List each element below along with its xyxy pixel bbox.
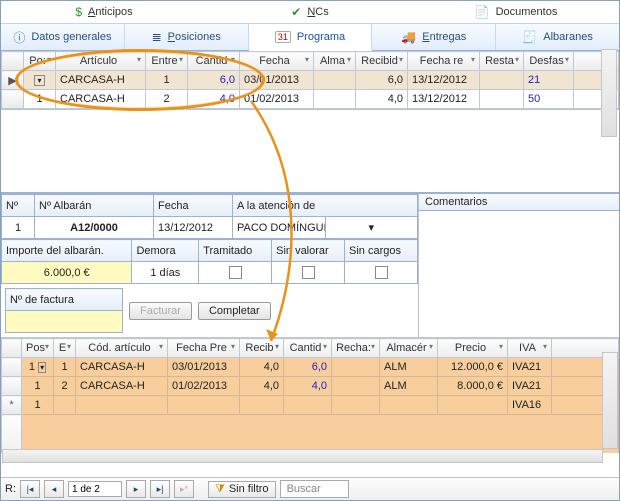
nav-prev-button[interactable]: ◂ xyxy=(44,480,64,498)
table-row[interactable]: 1 ▾ 1 CARCASA-H 03/01/2013 4,0 6,0 ALM 1… xyxy=(2,358,619,377)
tab-datos-generales[interactable]: ⓘ Datos generales xyxy=(1,24,125,50)
tab-posiciones[interactable]: ≣PosicionesPosiciones xyxy=(125,24,249,50)
factura-header: Nº de factura xyxy=(6,289,123,311)
tab-datos-label: Datos generales xyxy=(31,31,111,43)
nav-label: R: xyxy=(5,483,16,495)
comentarios-header: Comentarios xyxy=(419,194,619,211)
sincargos-header: Sin cargos xyxy=(345,240,418,262)
col-pos[interactable]: Po:▾ xyxy=(24,52,56,71)
shortcut-anticipos[interactable]: $AAnticiposnticipos xyxy=(1,5,207,19)
atencion-header: A la atención de xyxy=(233,195,418,217)
check-icon: ✔ xyxy=(291,5,301,19)
row-expand-icon[interactable]: ▾ xyxy=(34,75,44,86)
col-cantid[interactable]: Cantid▾ xyxy=(188,52,240,71)
tramitado-checkbox[interactable] xyxy=(229,266,242,279)
albaran-value[interactable]: A12/0000 xyxy=(35,217,154,239)
tramitado-header: Tramitado xyxy=(199,240,272,262)
col-recibid[interactable]: Recibid▾ xyxy=(356,52,408,71)
tab-albaranes-label: Albaranes xyxy=(543,31,593,43)
factura-value[interactable] xyxy=(6,311,123,333)
dollar-icon: $ xyxy=(75,5,82,19)
col-articulo[interactable]: Artículo▾ xyxy=(56,52,146,71)
new-row-icon: * xyxy=(2,396,22,415)
tab-programa-label: Programa xyxy=(297,31,345,43)
col-rowselect[interactable] xyxy=(2,52,24,71)
atencion-value[interactable]: PACO DOMÍNGUEZ AGU xyxy=(233,217,326,239)
col-fecha[interactable]: Fecha▾ xyxy=(240,52,314,71)
scrollbar-vertical[interactable] xyxy=(602,352,618,449)
col-desfase[interactable]: Desfas▾ xyxy=(524,52,574,71)
note-icon: 🧾 xyxy=(522,30,537,44)
col-alma[interactable]: Alma▾ xyxy=(314,52,356,71)
nav-new-button[interactable]: ▸* xyxy=(174,480,194,498)
document-icon: 📄 xyxy=(475,5,490,19)
table-row[interactable]: 1 CARCASA-H 2 4,0 01/02/2013 4,0 13/12/2… xyxy=(2,90,619,109)
info-icon: ⓘ xyxy=(13,29,25,46)
facturar-button[interactable]: Facturar xyxy=(129,302,192,320)
atencion-dropdown[interactable]: ▾ xyxy=(325,217,418,239)
scol-cantid[interactable]: Cantid▾ xyxy=(284,339,332,358)
shortcut-documentos[interactable]: 📄 Documentos xyxy=(413,5,619,19)
tab-entregas[interactable]: 🚚EntregasEntregas xyxy=(372,24,496,50)
truck-icon: 🚚 xyxy=(401,30,416,44)
col-entre[interactable]: Entre▾ xyxy=(146,52,188,71)
shortcut-ncs[interactable]: ✔NCsNCs xyxy=(207,5,413,19)
col-resta[interactable]: Resta▾ xyxy=(480,52,524,71)
calendar-icon: 31 xyxy=(275,31,291,43)
scol-recha[interactable]: Recha:▾ xyxy=(332,339,380,358)
tab-albaranes[interactable]: 🧾 Albaranes xyxy=(496,24,619,50)
table-row[interactable]: 1 2 CARCASA-H 01/02/2013 4,0 4,0 ALM 8.0… xyxy=(2,377,619,396)
demora-value: 1 días xyxy=(132,262,199,284)
sincargos-checkbox[interactable] xyxy=(375,266,388,279)
filter-icon: ⧩ xyxy=(215,483,225,496)
lineas-grid[interactable]: Pos▾ E▾ Cód. artículo▾ Fecha Pre▾ Recib▾… xyxy=(1,338,619,453)
nav-last-button[interactable]: ▸| xyxy=(150,480,170,498)
importe-value: 6.000,0 € xyxy=(2,262,132,284)
filter-button[interactable]: ⧩ Sin filtro xyxy=(208,481,276,498)
nav-first-button[interactable]: |◂ xyxy=(20,480,40,498)
programa-grid[interactable]: Po:▾ Artículo▾ Entre▾ Cantid▾ Fecha▾ Alm… xyxy=(1,51,619,110)
scol-cod[interactable]: Cód. artículo▾ xyxy=(76,339,168,358)
list-icon: ≣ xyxy=(152,30,162,44)
row-indicator: ▶ xyxy=(2,71,24,90)
comentarios-textarea[interactable] xyxy=(419,211,619,268)
fecha-value[interactable]: 13/12/2012 xyxy=(154,217,233,239)
sinvalorar-header: Sin valorar xyxy=(272,240,345,262)
scol-precio[interactable]: Precio▾ xyxy=(438,339,508,358)
scol-recib[interactable]: Recib▾ xyxy=(240,339,284,358)
scrollbar-horizontal[interactable] xyxy=(2,449,603,463)
documentos-label: Documentos xyxy=(496,6,558,18)
importe-header: Importe del albarán. xyxy=(2,240,132,262)
no-value[interactable]: 1 xyxy=(2,217,35,239)
scrollbar-vertical[interactable] xyxy=(601,49,617,137)
scol-iva[interactable]: IVA▾ xyxy=(508,339,552,358)
sinvalorar-checkbox[interactable] xyxy=(302,266,315,279)
col-fechare[interactable]: Fecha re▾ xyxy=(408,52,480,71)
nav-next-button[interactable]: ▸ xyxy=(126,480,146,498)
albaran-header: Nº Albarán xyxy=(35,195,154,217)
table-row[interactable]: ▶ ▾ CARCASA-H 1 6,0 03/01/2013 6,0 13/12… xyxy=(2,71,619,90)
demora-header: Demora xyxy=(132,240,199,262)
scol-pos[interactable]: Pos▾ xyxy=(22,339,54,358)
record-navigator: R: |◂ ◂ ▸ ▸| ▸* ⧩ Sin filtro Buscar xyxy=(1,477,619,500)
row-expand-icon[interactable]: ▾ xyxy=(38,362,46,373)
scol-e[interactable]: E▾ xyxy=(54,339,76,358)
nav-position-input[interactable] xyxy=(68,481,122,497)
no-header: Nº xyxy=(2,195,35,217)
fecha-header: Fecha xyxy=(154,195,233,217)
completar-button[interactable]: Completar xyxy=(198,302,271,320)
filter-label: Sin filtro xyxy=(229,483,269,495)
tab-programa[interactable]: 31 Programa xyxy=(249,24,373,51)
scol-almacen[interactable]: Almacér▾ xyxy=(380,339,438,358)
scol-fechapre[interactable]: Fecha Pre▾ xyxy=(168,339,240,358)
table-row-new[interactable]: * 1 IVA16 xyxy=(2,396,619,415)
search-input[interactable]: Buscar xyxy=(280,480,349,498)
